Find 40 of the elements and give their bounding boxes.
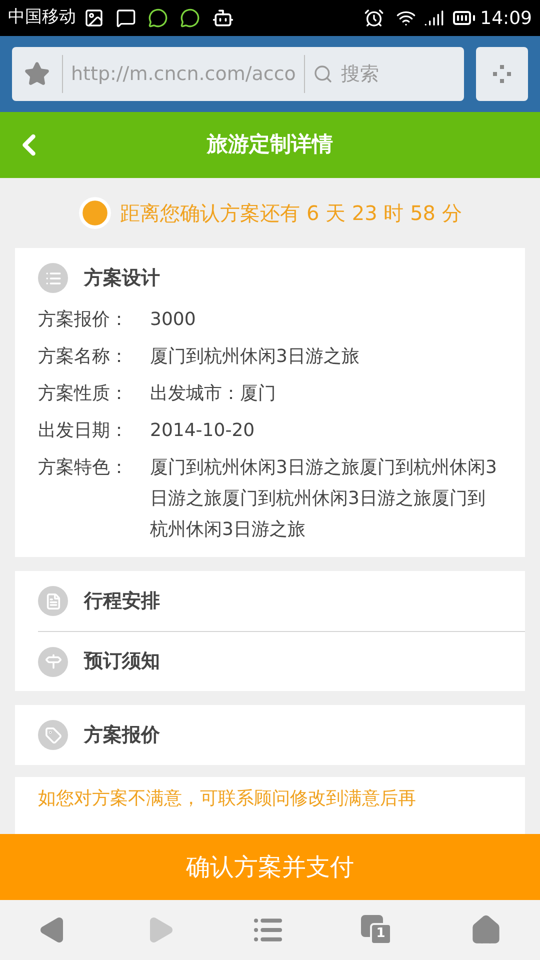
- chat-icon: [148, 8, 168, 28]
- carrier-name: 中国移动: [8, 6, 76, 30]
- field-value: 2014-10-20: [150, 419, 256, 443]
- field-label: 方案名称：: [38, 345, 129, 369]
- field-label: 出发日期：: [38, 419, 129, 443]
- search-icon: [312, 64, 333, 84]
- robot-icon: [212, 7, 234, 29]
- field-label: 方案报价：: [38, 308, 129, 332]
- signal-icon: [424, 8, 444, 28]
- field-value: 出发城市：厦门: [150, 382, 277, 406]
- section-row[interactable]: 行程安排: [38, 571, 525, 631]
- note-text: 如您对方案不满意，可联系顾问修改到满意后再: [38, 788, 416, 809]
- field-value: 厦门到杭州休闲3日游之旅: [150, 345, 360, 369]
- message-icon: [116, 8, 136, 28]
- star-icon[interactable]: [24, 61, 50, 87]
- section-row[interactable]: 预订须知: [38, 631, 525, 691]
- countdown-text: 距离您确认方案还有 6 天 23 时 58 分: [120, 200, 462, 227]
- chat-icon: [180, 8, 200, 28]
- section-row[interactable]: 方案报价: [38, 705, 525, 765]
- page-title: 旅游定制详情: [207, 131, 333, 158]
- search-placeholder[interactable]: 搜索: [340, 60, 379, 88]
- field-label: 方案性质：: [38, 382, 129, 406]
- address-bar[interactable]: http://m.cncn.com/acco 搜索: [12, 47, 464, 101]
- list-icon: [38, 263, 68, 293]
- pay-button[interactable]: 确认方案并支付: [0, 834, 540, 900]
- field-value: 3000: [150, 308, 197, 332]
- tab-count: 1: [370, 923, 392, 945]
- home-icon[interactable]: [470, 914, 502, 946]
- dots-icon: [492, 64, 512, 84]
- image-icon: [84, 8, 104, 28]
- price-tag-icon: [38, 720, 68, 750]
- menu-button[interactable]: [476, 47, 528, 101]
- field-value: 厦门到杭州休闲3日游之旅厦门到杭州休闲3日游之旅厦门到杭州休闲3日游之旅厦门到杭州休闲3日游之旅: [150, 456, 498, 542]
- alarm-icon: [364, 8, 384, 28]
- signpost-icon: [38, 646, 68, 676]
- clock-time: 14:09: [480, 6, 532, 30]
- document-icon: [38, 586, 68, 616]
- field-label: 方案特色：: [38, 456, 129, 480]
- card-title: 方案设计: [84, 266, 160, 291]
- url-text: http://m.cncn.com/acco: [71, 62, 296, 87]
